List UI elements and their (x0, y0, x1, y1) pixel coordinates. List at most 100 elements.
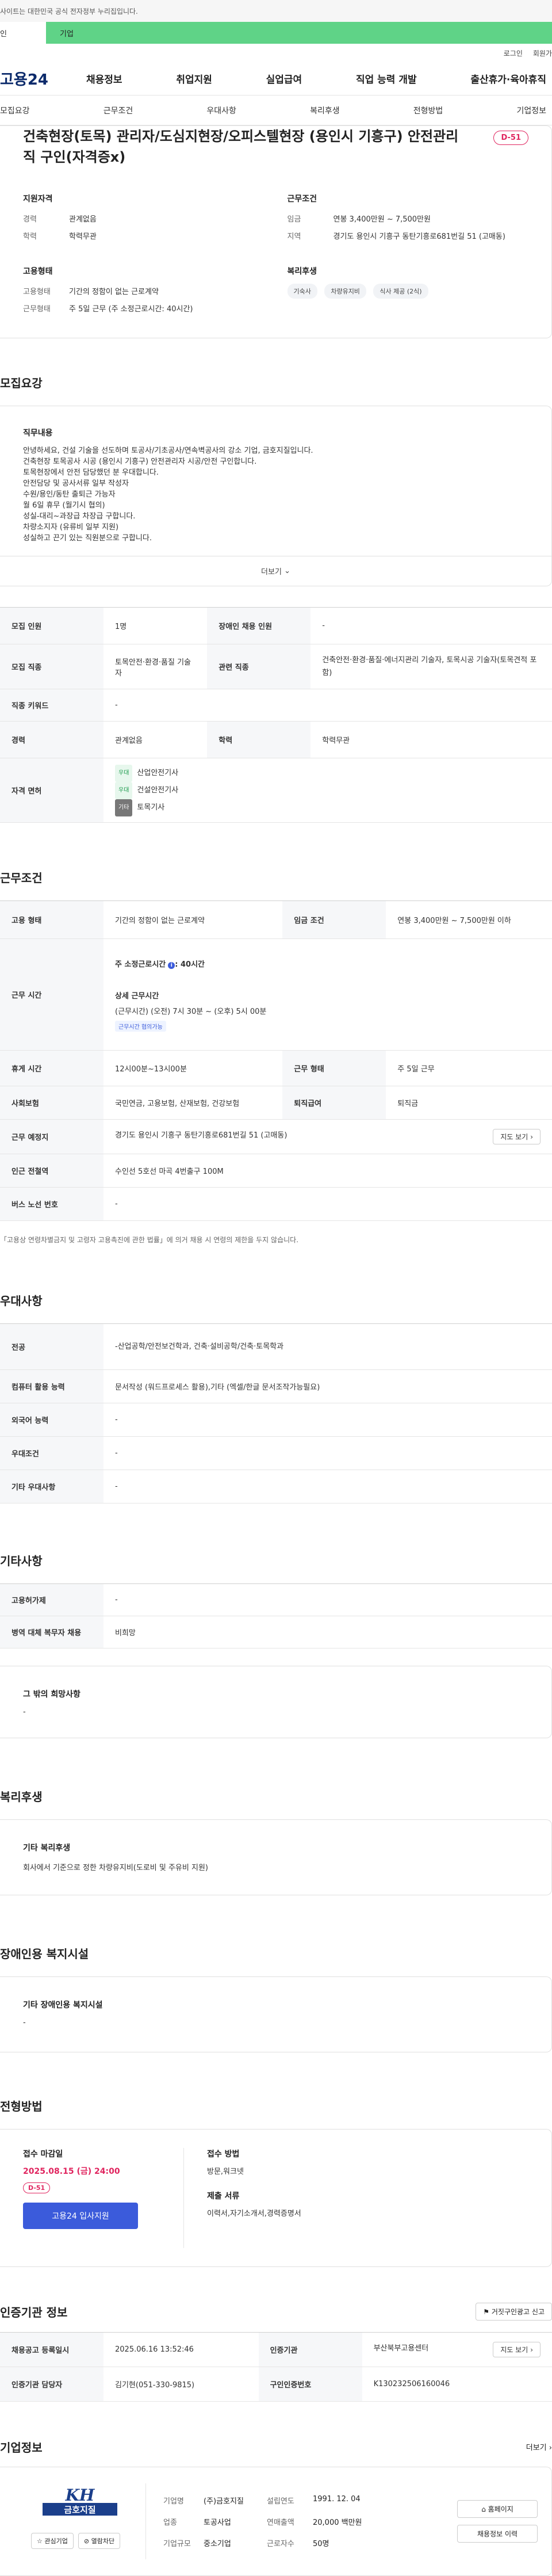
desc-line: 월 6일 휴무 (월기시 협의) (23, 501, 105, 510)
license-tag: 기타 (115, 799, 133, 816)
anchor-welfare[interactable]: 복리후생 (310, 105, 340, 116)
license-name: 토목기사 (137, 803, 165, 812)
company-name-value: (주)금호지질 (204, 2497, 244, 2506)
nav-employment-support[interactable]: 취업지원 (176, 71, 212, 86)
welfare-box-title: 기타 복리후생 (23, 1844, 71, 1853)
industry-label: 업종 (163, 2518, 177, 2527)
anchor-work[interactable]: 근무조건 (103, 105, 133, 116)
work-table: 고용 형태 기간의 정함이 없는 근로계약 임금 조건 연봉 3,400만원 ~ 7,… (0, 900, 552, 1221)
method-value: 방문,워크넷 (207, 2167, 244, 2176)
lang-value: - (103, 1403, 552, 1437)
nav-unemployment-benefit[interactable]: 실업급여 (266, 71, 302, 86)
person-label: 인증기관 담당자 (0, 2367, 103, 2402)
rest-label: 휴게 시간 (0, 1050, 103, 1086)
desc-line: 성실하고 끈기 있는 직원분으로 구합니다. (23, 534, 152, 543)
anchor-process[interactable]: 전형방법 (413, 105, 443, 116)
company-box: KH 금호지질 ☆ 관심기업 ⊘ 열람차단 기업명 (주)금호지질 설립연도 199… (0, 2467, 552, 2576)
wish-value: - (23, 1708, 26, 1716)
other-wish-box: 그 밖의 희망사항 - (0, 1666, 552, 1738)
cond-value: - (103, 1436, 552, 1470)
place-cell: 경기도 용인시 기흥구 동탄기흥로681번길 51 (고매동) 지도 보기 › (103, 1119, 552, 1154)
wage-label: 임금 조건 (282, 900, 386, 939)
description-more-button[interactable]: 더보기 ⌄ (0, 556, 551, 586)
qualification-block: 지원자격 경력 관계없음 학력 학력무관 (23, 193, 264, 246)
nav-jobs[interactable]: 채용정보 (86, 71, 122, 86)
section-anchor-nav: 모집요강 근무조건 우대사항 복리후생 전형방법 기업정보 (0, 96, 552, 125)
career-value: 관계없음 (69, 215, 97, 224)
emptype-label: 고용 형태 (0, 900, 103, 939)
staff-value: 50명 (313, 2539, 329, 2548)
company-info: 기업명 (주)금호지질 설립연도 1991. 12. 04 업종 토공사업 연매출액 2… (146, 2483, 457, 2559)
nav-maternity-leave[interactable]: 출산휴가·육아휴직 (470, 71, 546, 86)
chevron-right-icon: › (530, 2346, 533, 2354)
anchor-company[interactable]: 기업정보 (516, 105, 546, 116)
license-tag: 우대 (115, 781, 133, 799)
license-tag: 우대 (115, 764, 133, 782)
bus-label: 버스 노선 번호 (0, 1187, 103, 1221)
region-label: 지역 (287, 232, 301, 241)
map-button[interactable]: 지도 보기 › (493, 1129, 540, 1144)
desc-line: 안녕하세요, 건설 기술을 선도하며 토공사/기초공사/연속벽공사의 강소 기업… (23, 446, 313, 455)
work-section-title: 근무조건 (0, 871, 43, 885)
worktype-value: 주 5일 근무 (주 소정근로시간: 40시간) (69, 305, 193, 314)
wage-label: 임금 (287, 215, 301, 224)
nav-vocational-training[interactable]: 직업 능력 개발 (356, 71, 417, 86)
job-title: 건축현장(토목) 관리자/도심지현장/오피스텔현장 (용인시 기흥구) 안전관리… (23, 128, 459, 165)
homepage-button[interactable]: ⌂ 홈페이지 (457, 2500, 538, 2518)
founded-label: 설립연도 (267, 2497, 294, 2506)
wage-value: 연봉 3,400만원 ~ 7,500만원 이하 (386, 900, 552, 939)
place-label: 근무 예정지 (0, 1119, 103, 1154)
emptype-value: 기간의 정함이 없는 근로계약 (69, 288, 159, 296)
region-value: 경기도 용인시 기흥구 동탄기흥로681번길 51 (고매동) (333, 232, 505, 241)
signup-link[interactable]: 회원가 (533, 48, 552, 58)
deadline-dday: D-51 (23, 2182, 51, 2193)
apply-box: 접수 마감일 2025.08.15 (금) 24:00 D-51 고용24 입사… (0, 2129, 552, 2267)
site-logo[interactable]: 고용24 (0, 68, 86, 89)
edu-value: 학력무관 (69, 232, 97, 241)
process-section-title: 전형방법 (0, 2100, 43, 2113)
gov-banner: 사이트는 대한민국 공식 전자정부 누리집입니다. (0, 0, 552, 22)
agency-map-button[interactable]: 지도 보기 › (493, 2342, 540, 2357)
job-label: 모집 직종 (0, 644, 103, 689)
license-item: 기타 토목기사 (115, 799, 540, 816)
org-label: 인증기관 (258, 2332, 362, 2367)
company-logo: KH 금호지질 (31, 2483, 129, 2518)
prefer-section-title: 우대사항 (0, 1294, 43, 1308)
license-label: 자격 면허 (0, 758, 103, 823)
favorite-company-button[interactable]: ☆ 관심기업 (31, 2533, 74, 2549)
cond-label: 우대조건 (0, 1436, 103, 1470)
tab-personal[interactable]: 인 (0, 22, 46, 44)
job-summary-card: 건축현장(토목) 관리자/도심지현장/오피스텔현장 (용인시 기흥구) 안전관리… (0, 125, 552, 338)
edu-value: 학력무관 (310, 721, 552, 758)
station-label: 인근 전철역 (0, 1154, 103, 1188)
founded-value: 1991. 12. 04 (313, 2494, 361, 2504)
anchor-prefer[interactable]: 우대사항 (206, 105, 236, 116)
bus-value: - (103, 1187, 552, 1221)
login-link[interactable]: 로그인 (504, 48, 523, 58)
worktype-label: 근무 형태 (282, 1050, 386, 1086)
person-value: 김기현(051-330-9815) (103, 2367, 259, 2402)
more-label: 더보기 (261, 568, 282, 577)
license-item: 우대 산업안전기사 (115, 764, 540, 782)
wish-title: 그 밖의 희망사항 (23, 1690, 80, 1699)
post-date-label: 채용공고 등록일시 (0, 2332, 103, 2367)
anchor-recruit[interactable]: 모집요강 (0, 105, 30, 116)
welfare-box-value: 회사에서 기준으로 정한 차량유지비(도로비 및 주유비 지원) (23, 1864, 208, 1872)
company-more-link[interactable]: 더보기 › (526, 2441, 552, 2452)
block-company-button[interactable]: ⊘ 열람차단 (78, 2533, 121, 2549)
agency-section-title: 인증기관 정보 (0, 2306, 68, 2319)
etc-label: 기타 우대사항 (0, 1470, 103, 1503)
apply-button[interactable]: 고용24 입사지원 (23, 2203, 138, 2229)
report-fake-ad-button[interactable]: ⚑ 거짓구인광고 신고 (476, 2303, 552, 2321)
tab-corporate[interactable]: 기업 (46, 22, 552, 44)
license-name: 산업안전기사 (137, 768, 179, 777)
keyword-value: - (103, 689, 552, 722)
related-value: 건축안전·환경·품질·에너지관리 기술자, 토목시공 기술자(토목견적 포함) (310, 644, 552, 689)
other-section-title: 기타사항 (0, 1554, 43, 1568)
info-icon[interactable]: i (168, 961, 175, 969)
worktype-label: 근무형태 (23, 305, 51, 314)
weekly-hours-value: : 40시간 (175, 960, 205, 969)
military-value: 비희망 (103, 1616, 552, 1648)
recruit-history-button[interactable]: 채용정보 이력 (457, 2525, 538, 2543)
company-name-label: 기업명 (163, 2497, 184, 2506)
